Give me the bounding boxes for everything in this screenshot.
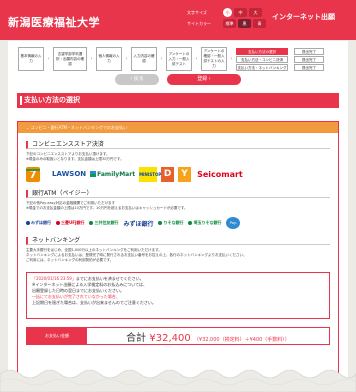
bank-logos: みずほ銀行 三菱UFJ銀行 三井住友銀行 みずほ銀行 りそな銀行 埼玉りそな銀行…	[26, 217, 330, 237]
bank-icon	[158, 221, 163, 225]
bank-name: 埼玉りそな銀行	[193, 220, 222, 225]
payment-deadline-notice: 「2020/01/16 23:59」までにお支払いを済ませてください。 ※インタ…	[26, 272, 330, 319]
register-button-label: 登録	[197, 76, 208, 82]
bank-logo-mizuho: みずほ銀行	[26, 220, 51, 226]
font-medium-button[interactable]: 中	[234, 8, 247, 17]
application-title: インターネット出願	[272, 13, 335, 21]
final-step-2: 提出完了	[294, 55, 324, 63]
sub-step-payment-select: 支払い方法の選択	[236, 47, 288, 55]
bank-logo-saitama-resona: 埼玉りそな銀行	[188, 220, 221, 226]
ministop-logo: MINISTOP	[139, 166, 161, 182]
step-arrow-icon: ›	[195, 56, 198, 62]
torn-edge-decoration	[0, 369, 356, 392]
payeasy-logo: Pay-easy	[226, 217, 241, 237]
atm-desc-line-2: ※現金でのお支払金額の上限は10万円です。10万円を超えるお支払いはキャッシュカ…	[26, 206, 188, 210]
step-2: 志望学部学科選択・出願内容の確認	[53, 47, 87, 71]
familymart-label: FamilyMart	[97, 170, 136, 178]
step-6: アンケートの確認・一般入試テストの入力	[201, 47, 227, 71]
yamazaki-logo: Y	[178, 166, 192, 182]
step-3: 個人情報の入力	[96, 47, 122, 71]
site-header: 新潟医療福祉大学 文字サイズ 小 中 大 サイトカラー 標準 黒 青 インターネ…	[0, 0, 356, 40]
bank-name: 三井住友銀行	[94, 220, 119, 225]
total-value: ¥32,400	[149, 332, 191, 344]
seven-eleven-logo: 7	[26, 166, 40, 182]
seicomart-logo: Seicomart	[197, 169, 243, 179]
site-color-label: サイトカラー	[187, 20, 211, 26]
step-arrow-icon: ›	[47, 56, 50, 62]
payment-panel-body: コンビニエンスストア決済 下記のコンビニエンスストアよりお支払い頂けます。 ※現…	[18, 141, 338, 345]
step-1: 基本情報の入力	[18, 47, 44, 71]
bank-icon	[26, 221, 30, 225]
bank-name: みずほ銀行	[123, 220, 154, 228]
chevron-down-icon: ⌄	[26, 125, 30, 130]
bank-logo-mufg: 三菱UFJ銀行	[56, 220, 84, 226]
payment-panel: ⌄ コンビニ・銀行ATM・ネットバンキングでのお支払い コンビニエンスストア決済…	[17, 121, 339, 392]
bank-icon	[188, 221, 193, 225]
bank-name: みずほ銀行	[31, 220, 51, 225]
familymart-icon	[90, 171, 97, 177]
atm-desc: 下記の他Pay-easy対応の金融機関でご利用いただけます ※現金でのお支払金額…	[26, 201, 330, 211]
bank-icon	[89, 221, 94, 225]
panel-header-label: コンビニ・銀行ATM・ネットバンキングでのお支払い	[30, 125, 128, 130]
lawson-logo: LAWSON	[52, 170, 87, 178]
register-button[interactable]: 登録 ›	[167, 74, 241, 85]
section-title: 支払い方法の選択	[17, 93, 339, 108]
back-button[interactable]: ‹ 戻る	[115, 74, 159, 85]
deadline-date: 「2020/01/16 23:59」	[32, 276, 76, 281]
progress-steps: 基本情報の入力 › 志望学部学科選択・出願内容の確認 › 個人情報の入力 › 入…	[18, 47, 324, 71]
step-5: アンケートの入力・一般入試テスト	[166, 47, 192, 71]
color-black-button[interactable]: 黒	[238, 19, 251, 28]
font-large-button[interactable]: 大	[249, 8, 262, 17]
bank-name: りそな銀行	[163, 220, 184, 225]
step-4: 入力内容の確認	[131, 47, 157, 71]
total-amount: 合計 ¥32,400 （¥32,000（検定料）＋¥400（手数料））	[87, 329, 329, 344]
deadline-note-4: 上記期日を過ぎた場合は、支払いが出来ませんのでご注意ください。	[32, 300, 156, 305]
step-arrow-icon: ›	[125, 56, 128, 62]
sub-step-convenience: 支払い方法・コンビニ決済	[236, 55, 288, 63]
netbanking-desc: 主要大手銀行をはじめ、全国1,000行以上のネットバンキングをご利用いただけます…	[26, 248, 330, 263]
font-size-row: 文字サイズ 小 中 大	[187, 8, 268, 17]
total-breakdown: （¥32,000（検定料）＋¥400（手数料））	[193, 336, 290, 343]
form-navigation: ‹ 戻る 登録 ›	[8, 74, 348, 85]
final-steps: 提出完了 提出完了 提出完了	[294, 47, 324, 71]
bank-icon	[56, 221, 60, 225]
payment-sub-steps: 支払い方法の選択 支払い方法・コンビニ決済 支払い方法・ネットバンキング	[236, 47, 288, 71]
netbanking-desc-line-3: ご利用には、ネットバンキングの利用契約が必要です。	[26, 258, 114, 262]
bank-logo-smbc: 三井住友銀行	[89, 220, 118, 226]
atm-title: 銀行ATM（ペイジー）	[26, 190, 330, 198]
bank-logo-mizuho-2: みずほ銀行	[123, 219, 153, 228]
convenience-desc: 下記のコンビニエンスストアよりお支払い頂けます。 ※現金のみの取扱いとなります。…	[26, 152, 330, 162]
daily-yamazaki-logo: D	[161, 166, 175, 182]
color-normal-button[interactable]: 標準	[223, 19, 236, 28]
deadline-text: までにお支払いを済ませてください。	[75, 276, 144, 281]
convenience-logos: 7 LAWSON FamilyMart MINISTOP D Y Seicoma…	[26, 166, 330, 182]
convenience-desc-line-2: ※現金のみの取扱いとなります。支払金額は上限30万円です。	[26, 157, 124, 161]
step-arrow-icon: ›	[90, 56, 93, 62]
netbanking-title: ネットバンキング	[26, 237, 330, 245]
bank-name: 三菱UFJ銀行	[61, 220, 85, 225]
sub-step-netbanking: 支払い方法・ネットバンキング	[236, 63, 288, 71]
total-prefix: 合計	[126, 332, 147, 344]
back-button-label: 戻る	[133, 76, 144, 82]
familymart-logo: FamilyMart	[90, 171, 135, 178]
font-small-button[interactable]: 小	[223, 8, 232, 17]
step-arrow-icon: ›	[160, 56, 163, 62]
final-step-1: 提出完了	[294, 47, 324, 55]
site-color-row: サイトカラー 標準 黒 青	[187, 19, 268, 28]
step-arrow-icon: ›	[230, 56, 233, 62]
final-step-3: 提出完了	[294, 63, 324, 71]
header-tools: 文字サイズ 小 中 大 サイトカラー 標準 黒 青	[187, 8, 268, 30]
main-content: 基本情報の入力 › 志望学部学科選択・出願内容の確認 › 個人情報の入力 › 入…	[8, 41, 348, 392]
font-size-label: 文字サイズ	[187, 9, 207, 15]
total-amount-label: お支払い金額	[27, 328, 87, 344]
total-amount-bar: お支払い金額 合計 ¥32,400 （¥32,000（検定料）＋¥400（手数料…	[26, 327, 330, 345]
payment-panel-header[interactable]: ⌄ コンビニ・銀行ATM・ネットバンキングでのお支払い	[18, 122, 338, 133]
convenience-store-title: コンビニエンスストア決済	[26, 141, 330, 149]
color-blue-button[interactable]: 青	[253, 19, 266, 28]
university-logo[interactable]: 新潟医療福祉大学	[8, 14, 100, 30]
bank-logo-resona: りそな銀行	[158, 220, 183, 226]
